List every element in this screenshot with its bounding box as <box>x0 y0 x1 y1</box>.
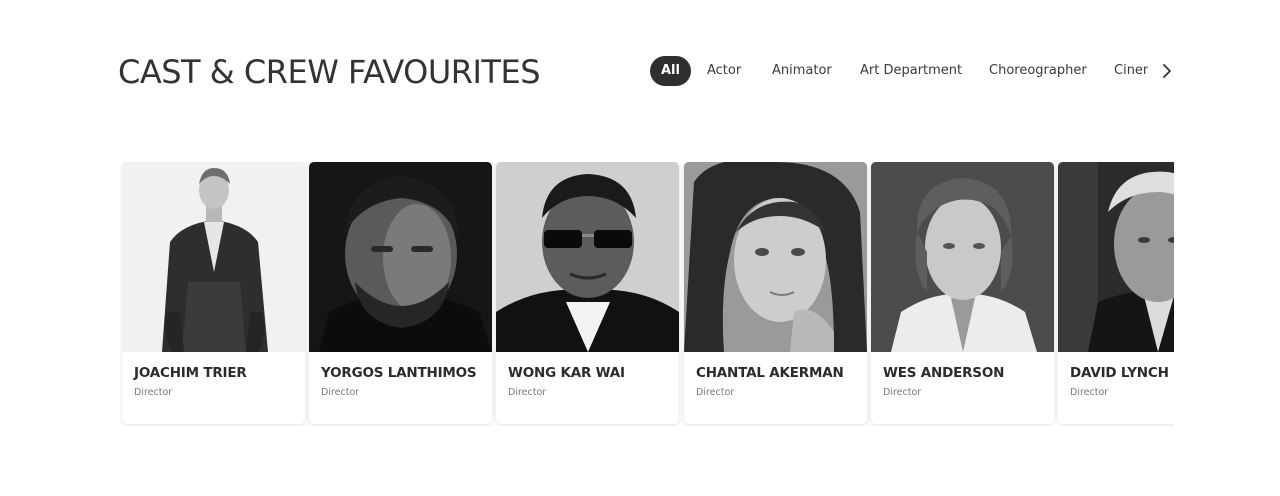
person-name: DAVID LYNCH <box>1070 365 1169 381</box>
person-name: CHANTAL AKERMAN <box>696 365 844 381</box>
person-card[interactable]: DAVID LYNCH Director <box>1058 162 1174 424</box>
people-carousel: JOACHIM TRIER Director YORGOS LANTHIMOS … <box>120 162 1174 426</box>
role-filter-bar: All Actor Animator Art Department Choreo… <box>650 56 1180 86</box>
filter-chip-actor[interactable]: Actor <box>707 56 741 86</box>
person-card[interactable]: YORGOS LANTHIMOS Director <box>309 162 492 424</box>
person-photo <box>309 162 492 352</box>
chevron-right-icon <box>1163 64 1171 78</box>
person-role: Director <box>883 387 922 398</box>
person-role: Director <box>321 387 360 398</box>
person-name: JOACHIM TRIER <box>134 365 247 381</box>
person-role: Director <box>696 387 735 398</box>
filter-chip-choreographer[interactable]: Choreographer <box>989 56 1087 86</box>
filter-chip-animator[interactable]: Animator <box>772 56 832 86</box>
section-title: CAST & CREW FAVOURITES <box>118 53 541 91</box>
cast-crew-section: CAST & CREW FAVOURITES All Actor Animato… <box>0 0 1280 496</box>
filter-chip-all[interactable]: All <box>650 56 691 86</box>
person-photo <box>1058 162 1174 352</box>
filter-track: All Actor Animator Art Department Choreo… <box>650 56 1148 86</box>
person-photo <box>871 162 1054 352</box>
person-role: Director <box>134 387 173 398</box>
person-card[interactable]: WONG KAR WAI Director <box>496 162 679 424</box>
filter-chip-art-department[interactable]: Art Department <box>860 56 962 86</box>
person-role: Director <box>1070 387 1109 398</box>
person-photo <box>122 162 305 352</box>
person-card[interactable]: JOACHIM TRIER Director <box>122 162 305 424</box>
person-role: Director <box>508 387 547 398</box>
person-photo <box>684 162 867 352</box>
person-card[interactable]: CHANTAL AKERMAN Director <box>684 162 867 424</box>
filter-next-button[interactable] <box>1156 60 1178 82</box>
person-name: YORGOS LANTHIMOS <box>321 365 477 381</box>
person-name: WES ANDERSON <box>883 365 1005 381</box>
person-photo <box>496 162 679 352</box>
filter-chip-cinematographer[interactable]: Cinematographer <box>1114 56 1148 86</box>
person-name: WONG KAR WAI <box>508 365 625 381</box>
person-card[interactable]: WES ANDERSON Director <box>871 162 1054 424</box>
